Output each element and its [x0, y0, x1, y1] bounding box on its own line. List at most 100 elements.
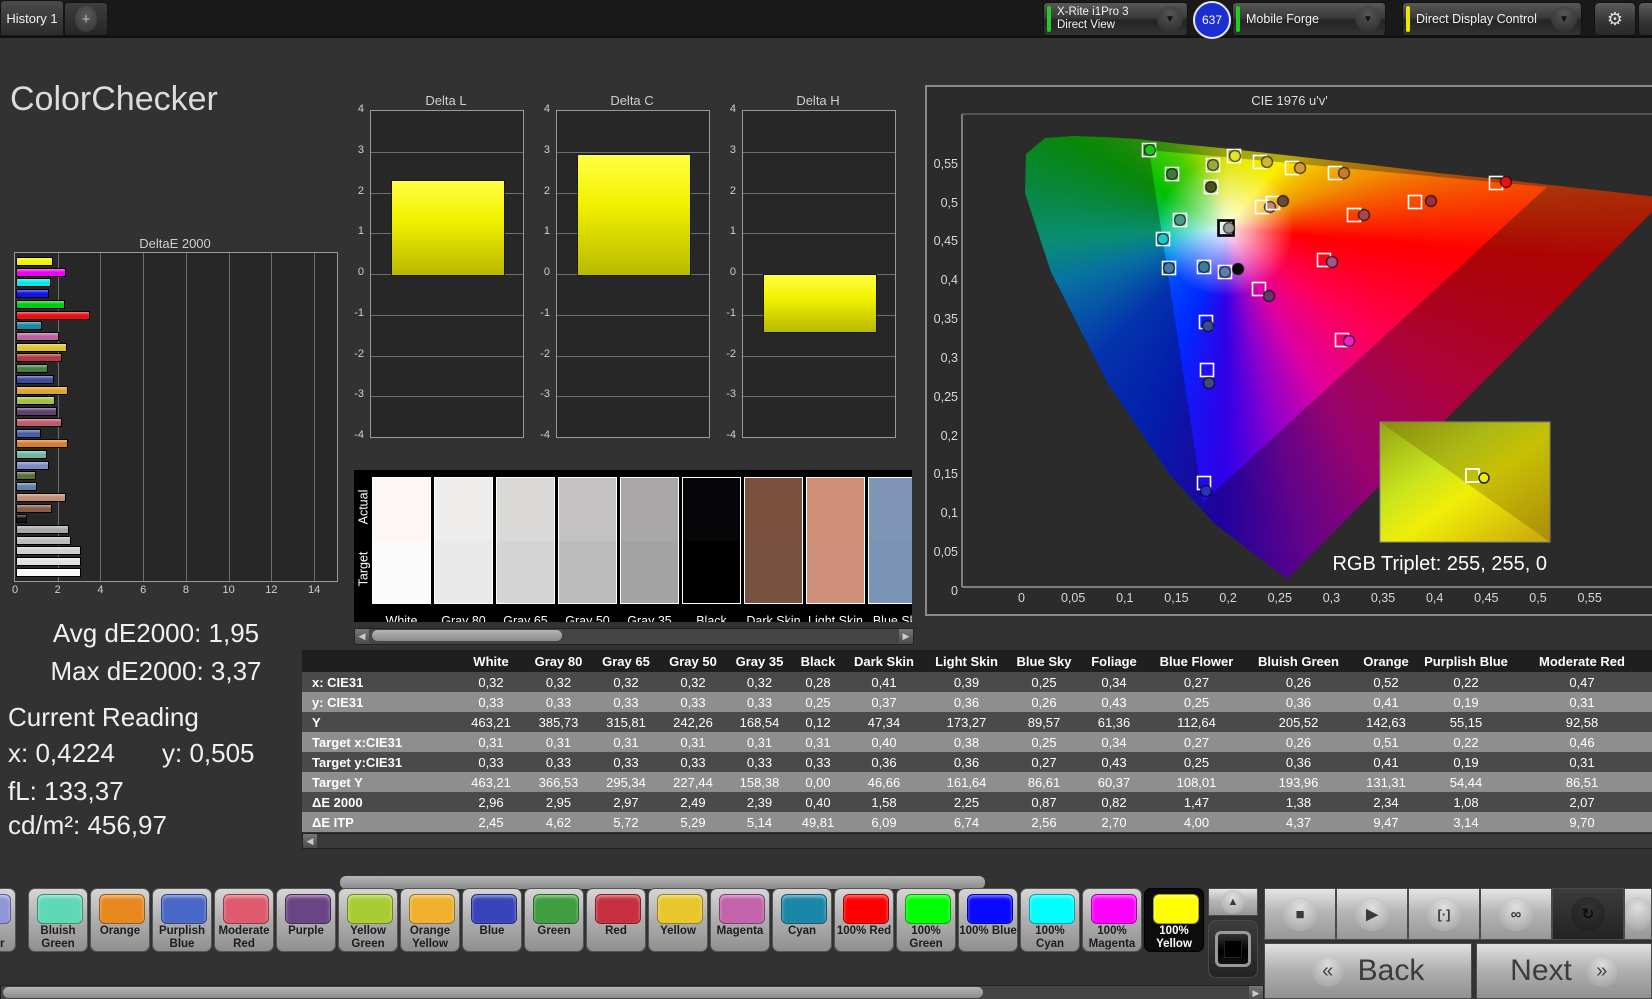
table-row: ΔE ITP 2,45 4,62 5,72 5,29 5,14 49,81 6,09 6,74 2… — [302, 812, 1652, 832]
swatch-actual — [373, 478, 430, 541]
swatch-light-skin[interactable]: Light Skin — [806, 477, 865, 622]
de-bar — [16, 567, 82, 577]
single-measure-button[interactable]: [·] — [1408, 888, 1480, 940]
patch-button-purple[interactable]: Purple — [276, 888, 336, 952]
cie-y-tick: 0,4 — [940, 273, 958, 288]
gear-icon: ⚙ — [1606, 8, 1624, 29]
next-label: Next — [1510, 954, 1572, 987]
table-cell: 463,21 — [471, 774, 511, 790]
table-header-cell: Gray 80 — [534, 653, 583, 669]
table-cell: 2,97 — [613, 794, 639, 810]
cie-y-tick: 0,5 — [940, 195, 958, 210]
table-cell: 0,33 — [613, 754, 639, 770]
swatch-white[interactable]: White — [372, 477, 431, 622]
cie-x-tick: 0,55 — [1577, 591, 1602, 605]
patch-button-blue-flower[interactable]: Blue Flower — [0, 888, 16, 952]
scroll-right-icon[interactable]: ▶ — [1249, 986, 1263, 999]
swatch-gray-65[interactable]: Gray 65 — [496, 477, 555, 622]
patch-button-orange-yellow[interactable]: Orange Yellow — [400, 888, 460, 952]
swatch-scrollbar[interactable]: ◀ ▶ — [354, 628, 914, 645]
patch-button-cyan[interactable]: Cyan — [772, 888, 832, 952]
de-bar — [16, 503, 52, 513]
table-cell: 60,37 — [1097, 774, 1131, 790]
meter-device-dropdown[interactable]: X-Rite i1Pro 3 Direct View ▼ — [1043, 2, 1188, 36]
tab-history-1[interactable]: History 1 — [0, 0, 64, 35]
patch-button-orange[interactable]: Orange — [90, 888, 150, 952]
app-window: History 1 + X-Rite i1Pro 3 Direct View ▼… — [0, 0, 1652, 999]
table-cell: 4,37 — [1285, 814, 1312, 830]
patch-button-bluish-green[interactable]: Bluish Green — [28, 888, 88, 952]
swatch-gray-50[interactable]: Gray 50 — [558, 477, 617, 622]
table-scrollbar[interactable]: ◀ — [302, 833, 1652, 849]
patch-button-yellow-green[interactable]: Yellow Green — [338, 888, 398, 952]
table-header-cell: Foliage — [1091, 653, 1137, 669]
patch-button-blue[interactable]: Blue — [462, 888, 522, 952]
stop-button[interactable]: ■ — [1264, 888, 1336, 940]
de-bar — [16, 289, 50, 299]
pattern-window-button[interactable] — [1208, 920, 1258, 978]
de-bar — [16, 407, 57, 417]
patch-bar-scrollbar-thumb[interactable] — [3, 987, 983, 998]
patch-color-chip — [37, 894, 83, 924]
swatch-label: White — [385, 614, 418, 622]
source-device-dropdown[interactable]: Mobile Forge ▼ — [1232, 2, 1386, 36]
table-cell: 92,58 — [1565, 714, 1599, 730]
scroll-right-icon[interactable]: ▶ — [899, 629, 913, 644]
back-button[interactable]: « Back — [1264, 943, 1472, 999]
patch-button-100-red[interactable]: 100% Red — [834, 888, 894, 952]
refresh-button[interactable]: ↻ — [1552, 888, 1624, 940]
table-header-cell: Moderate Red — [1539, 653, 1625, 669]
patch-button-purplish-blue[interactable]: Purplish Blue — [152, 888, 212, 952]
partial-toolbar-button[interactable] — [1638, 2, 1652, 36]
cie-actual-dot — [1260, 155, 1274, 169]
table-cell: 108,01 — [1176, 774, 1217, 790]
table-cell: 54,44 — [1449, 774, 1483, 790]
patch-button-100-green[interactable]: 100% Green — [896, 888, 956, 952]
patch-button-label: Orange Yellow — [409, 925, 451, 950]
swatch-black[interactable]: Black — [682, 477, 741, 622]
patch-scroll-up-button[interactable]: ▲ — [1208, 888, 1258, 916]
patch-button-100-cyan[interactable]: 100% Cyan — [1020, 888, 1080, 952]
table-cell: 49,81 — [801, 814, 835, 830]
settings-button[interactable]: ⚙ — [1594, 2, 1636, 36]
add-tab-button[interactable]: + — [64, 2, 108, 36]
cie-y-tick: 0,1 — [940, 506, 958, 521]
measurement-count-badge[interactable]: 637 — [1193, 1, 1231, 39]
de-bar — [16, 353, 63, 363]
next-button[interactable]: Next » — [1476, 943, 1652, 999]
tab-label: History 1 — [6, 10, 58, 26]
swatch-gray-80[interactable]: Gray 80 — [434, 477, 493, 622]
patch-bar-scrollbar[interactable]: ▶ — [0, 985, 1264, 999]
table-cell: 86,51 — [1565, 774, 1599, 790]
chevron-down-icon: ▼ — [1551, 6, 1577, 32]
gridline — [743, 396, 895, 398]
swatch-gray-35[interactable]: Gray 35 — [620, 477, 679, 622]
patch-button-100-magenta[interactable]: 100% Magenta — [1082, 888, 1142, 952]
scroll-left-icon[interactable]: ◀ — [355, 629, 369, 644]
patch-button-100-blue[interactable]: 100% Blue — [958, 888, 1018, 952]
patch-button-green[interactable]: Green — [524, 888, 584, 952]
continuous-button[interactable]: ∞ — [1480, 888, 1552, 940]
y-tick-label: 2 — [729, 184, 736, 197]
display-control-dropdown[interactable]: Direct Display Control ▼ — [1402, 2, 1582, 36]
cie-actual-dot — [1222, 221, 1236, 235]
table-cell: 0,39 — [953, 674, 980, 690]
table-cell: 0,32 — [746, 674, 773, 690]
patch-button-red[interactable]: Red — [586, 888, 646, 952]
patch-button-magenta[interactable]: Magenta — [710, 888, 770, 952]
table-header-cell: Dark Skin — [854, 653, 914, 669]
patch-color-chip — [347, 894, 393, 924]
swatch-scrollbar-thumb[interactable] — [372, 630, 562, 641]
table-row: x: CIE31 0,32 0,32 0,32 0,32 0,32 0,28 0,41 0,39… — [302, 672, 1652, 692]
swatch-dark-skin[interactable]: Dark Skin — [744, 477, 803, 622]
patch-button-moderate-red[interactable]: Moderate Red — [214, 888, 274, 952]
patch-button-yellow[interactable]: Yellow — [648, 888, 708, 952]
table-row-label: Target y:CIE31 — [312, 754, 403, 770]
source-device-label: Mobile Forge — [1246, 11, 1319, 26]
play-button[interactable]: ▶ — [1336, 888, 1408, 940]
patch-button-100-yellow[interactable]: 100% Yellow — [1144, 888, 1204, 952]
table-row-label: Target x:CIE31 — [312, 734, 403, 750]
swatch-blue-sky[interactable]: Blue Sky — [868, 477, 912, 622]
extra-button[interactable] — [1624, 888, 1652, 940]
scroll-left-icon[interactable]: ◀ — [303, 834, 317, 848]
